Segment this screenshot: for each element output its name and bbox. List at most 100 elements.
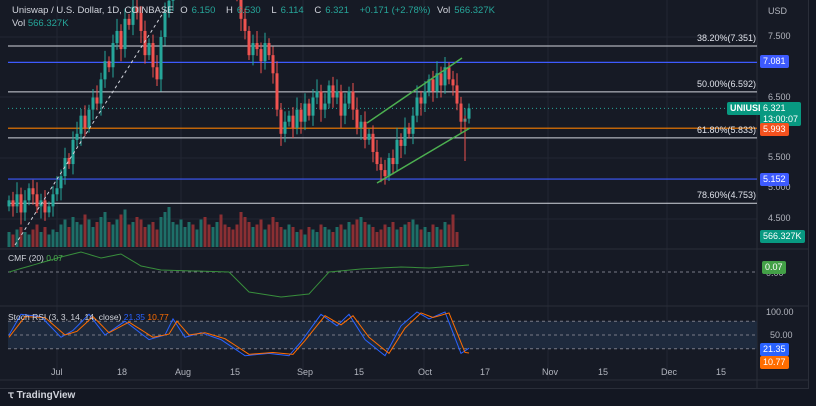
volume-bar (195, 229, 199, 247)
symbol-title[interactable]: Uniswap / U.S. Dollar, 1D, COINBASE (12, 5, 174, 16)
stoch-d-value: 10.77 (147, 312, 169, 322)
volume-bar (127, 224, 131, 247)
volume-bar (291, 227, 295, 247)
candle (295, 109, 299, 128)
time-tick: Dec (661, 367, 678, 377)
tv-logo-icon: ꚍ (8, 390, 17, 401)
candle (355, 109, 359, 128)
candle (467, 108, 471, 119)
candle (447, 67, 451, 80)
candle (15, 194, 19, 207)
candle (319, 91, 323, 110)
price-tick: 5.500 (768, 152, 791, 162)
volume-bar (219, 214, 223, 247)
high-number: 6.530 (236, 5, 261, 16)
volume-bar (403, 224, 407, 247)
volume-bar (267, 224, 271, 247)
level-label-7081: 7.081 (760, 55, 789, 68)
cmf-legend[interactable]: CMF (20) 0.07 (8, 253, 63, 263)
volume-bar (119, 214, 123, 247)
candle (267, 43, 271, 56)
tradingview-logo[interactable]: ꚍ TradingView (8, 390, 75, 401)
candle (283, 121, 287, 134)
volume-bar (123, 209, 127, 247)
volume-bar (27, 234, 31, 247)
candle (343, 103, 347, 116)
candle (75, 133, 79, 140)
volume-bar (363, 222, 367, 247)
candle (83, 115, 87, 128)
candle (147, 43, 151, 56)
volume-bar (359, 217, 363, 247)
volume-bar (247, 222, 251, 247)
volume-bar (151, 222, 155, 247)
volume-bar (55, 232, 59, 247)
volume-bar (427, 232, 431, 247)
volume-bar (447, 224, 451, 247)
volume-bar (223, 224, 227, 247)
candle (331, 85, 335, 98)
candle (91, 97, 95, 110)
candle (151, 43, 155, 68)
volume-bar (199, 219, 203, 247)
volume-bar (455, 232, 459, 247)
volume-bar (399, 227, 403, 247)
volume-bar (367, 224, 371, 247)
volume-bar (75, 222, 79, 247)
volume-bar (167, 207, 171, 247)
candle (291, 115, 295, 128)
volume-bar (51, 229, 55, 247)
candle (311, 97, 315, 116)
candle (399, 139, 403, 146)
time-tick: 17 (480, 367, 491, 377)
chart-canvas[interactable] (0, 0, 816, 406)
candle (395, 139, 399, 165)
close-value: C 6.321 (314, 5, 353, 16)
stoch-d-label: 10.77 (760, 356, 789, 369)
candle (171, 0, 175, 1)
volume-bar (103, 212, 107, 247)
volume-bar (371, 227, 375, 247)
candle (127, 18, 131, 25)
volume-bar (315, 232, 319, 247)
candle (55, 188, 59, 195)
volume-bar (407, 222, 411, 247)
volume-bar (107, 222, 111, 247)
candle (339, 91, 343, 116)
candle (31, 188, 35, 195)
volume-bar (319, 224, 323, 247)
candle (51, 194, 55, 207)
candle (27, 188, 31, 201)
volume-bar (91, 227, 95, 247)
volume-legend[interactable]: Vol 566.327K (12, 18, 69, 29)
stoch-legend[interactable]: Stoch RSI (3, 3, 14, 14, close) 21.35 10… (8, 312, 169, 322)
candle (279, 109, 283, 134)
volume-bar (143, 227, 147, 247)
volume-bar (311, 229, 315, 247)
volume-bar (327, 229, 331, 247)
volume-legend-label: Vol (12, 18, 26, 29)
candle (327, 85, 331, 104)
last-price: 6.321 (763, 103, 786, 113)
volume-bar (335, 227, 339, 247)
candle (371, 133, 375, 152)
candle (271, 55, 275, 74)
candle (307, 103, 311, 116)
candle (43, 200, 47, 213)
volume-bar (415, 224, 419, 247)
candle (19, 194, 23, 213)
fib-level-label: 38.20%(7.351) (696, 33, 756, 43)
candle (123, 18, 127, 50)
candle (303, 103, 307, 122)
cmf-label: CMF (20) (8, 253, 44, 263)
currency-label: USD (768, 6, 788, 16)
volume-bar (39, 232, 43, 247)
candle (159, 37, 163, 80)
volume-bar (23, 232, 27, 247)
open-number: 6.150 (191, 5, 216, 16)
candle (35, 194, 39, 207)
close-number: 6.321 (325, 5, 349, 16)
candle (47, 206, 51, 213)
time-tick: 15 (716, 367, 727, 377)
volume-bar (131, 222, 135, 247)
